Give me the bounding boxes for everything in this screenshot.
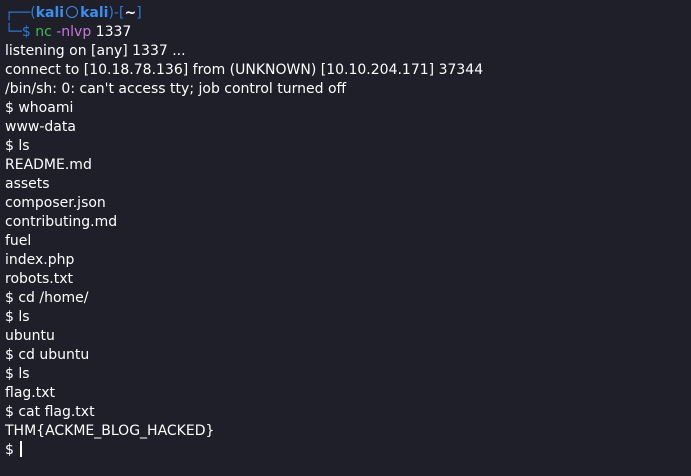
output-line: composer.json <box>5 195 106 211</box>
prompt-frame-mid: )-[ <box>108 5 125 21</box>
command-flags: -nlvp <box>51 24 92 40</box>
output-line: listening on [any] 1337 ... <box>5 43 186 59</box>
prompt-directory: ~ <box>124 5 137 21</box>
output-line: $ whoami <box>5 100 74 116</box>
output-line: ubuntu <box>5 328 55 344</box>
prompt-frame-close: ] <box>136 5 142 21</box>
output-line: $ ls <box>5 366 30 382</box>
terminal-window[interactable]: ┌──(kali kali)-[~] └─$ nc -nlvp 1337 list… <box>5 4 691 476</box>
output-line: README.md <box>5 157 92 173</box>
active-prompt-symbol: $ <box>5 442 19 458</box>
command-argument: 1337 <box>91 24 132 40</box>
output-line: assets <box>5 176 50 192</box>
command-line: └─$ nc -nlvp 1337 <box>5 23 691 42</box>
output-line: connect to [10.18.78.136] from (UNKNOWN)… <box>5 62 484 78</box>
output-line: flag.txt <box>5 385 55 401</box>
prompt-frame-bottom: └─ <box>5 24 22 40</box>
output-line: contributing.md <box>5 214 118 230</box>
command-name: nc <box>35 24 52 40</box>
text-cursor <box>20 441 23 457</box>
output-line: $ cd /home/ <box>5 290 89 306</box>
output-line: /bin/sh: 0: can't access tty; job contro… <box>5 81 347 97</box>
output-line: index.php <box>5 252 75 268</box>
flag-output-line: THM{ACKME_BLOG_HACKED} <box>5 423 215 439</box>
output-line: $ cat flag.txt <box>5 404 95 420</box>
output-line: $ ls <box>5 138 30 154</box>
output-line: robots.txt <box>5 271 73 287</box>
output-line: www-data <box>5 119 76 135</box>
kali-skull-icon <box>66 6 79 18</box>
prompt-host: kali <box>80 5 109 21</box>
prompt-frame-top: ┌──( <box>5 5 36 21</box>
output-line: fuel <box>5 233 32 249</box>
prompt-header-line: ┌──(kali kali)-[~] <box>5 4 691 23</box>
active-input-line[interactable]: $ <box>5 441 691 460</box>
prompt-user: kali <box>35 5 65 21</box>
output-line: $ cd ubuntu <box>5 347 90 363</box>
prompt-symbol: $ <box>21 24 36 40</box>
output-line: $ ls <box>5 309 30 325</box>
